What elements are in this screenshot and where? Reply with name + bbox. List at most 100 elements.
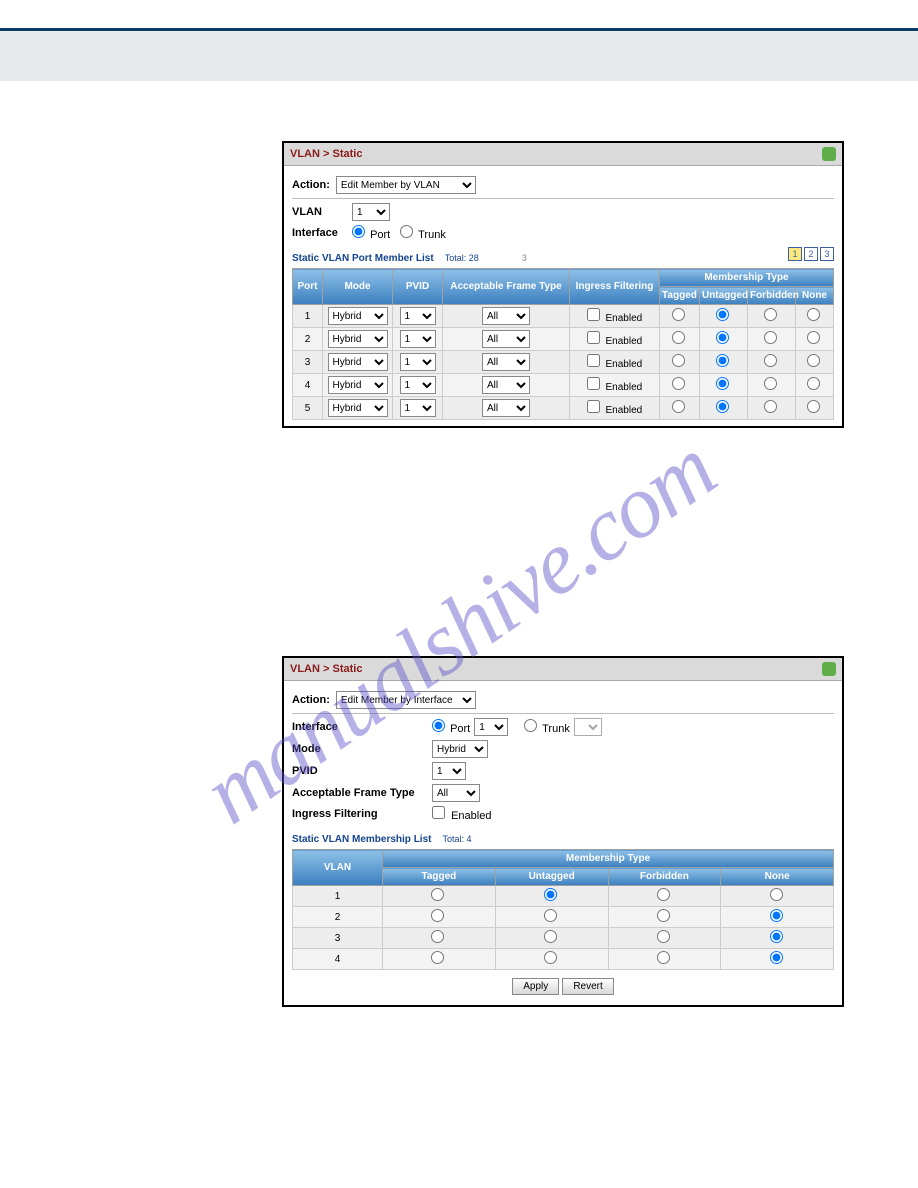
row-mt-none[interactable] xyxy=(770,930,783,943)
p2-interface-label: Interface xyxy=(292,721,432,733)
row-mt-tagged[interactable] xyxy=(431,930,444,943)
row-mt-untagged[interactable] xyxy=(544,930,557,943)
row-mt-untagged[interactable] xyxy=(544,909,557,922)
row-mt-forbidden[interactable] xyxy=(764,354,777,367)
row-mode-select[interactable]: Hybrid xyxy=(328,399,388,417)
row-mt-forbidden[interactable] xyxy=(764,400,777,413)
row-mt-tagged[interactable] xyxy=(672,354,685,367)
vlan-label: VLAN xyxy=(292,206,352,218)
p1-total: Total: 28 xyxy=(445,253,479,263)
p2-action-label: Action: xyxy=(292,694,330,706)
action-label: Action: xyxy=(292,179,330,191)
row-mode-select[interactable]: Hybrid xyxy=(328,376,388,394)
row-mt-tagged[interactable] xyxy=(672,331,685,344)
row-pvid-select[interactable]: 1 xyxy=(400,353,436,371)
row-mt-untagged[interactable] xyxy=(716,400,729,413)
table-row: 2Hybrid1All Enabled xyxy=(293,328,834,351)
table-row: 5Hybrid1All Enabled xyxy=(293,397,834,420)
p2-trunk-select[interactable] xyxy=(574,718,602,736)
row-mt-none[interactable] xyxy=(770,951,783,964)
p1-table: Port Mode PVID Acceptable Frame Type Ing… xyxy=(292,268,834,420)
table-row: 1Hybrid1All Enabled xyxy=(293,305,834,328)
row-mt-tagged[interactable] xyxy=(672,400,685,413)
pager-page-1[interactable]: 1 xyxy=(788,247,802,261)
row-mt-none[interactable] xyxy=(807,377,820,390)
row-mt-untagged[interactable] xyxy=(544,951,557,964)
panel-vlan-by-interface: VLAN > Static Action: Edit Member by Int… xyxy=(282,656,844,1007)
p2-action-select[interactable]: Edit Member by Interface xyxy=(336,691,476,709)
p2-mode-select[interactable]: Hybrid xyxy=(432,740,488,758)
pager-page-2[interactable]: 2 xyxy=(804,247,818,261)
p2-aft-label: Acceptable Frame Type xyxy=(292,787,432,799)
row-aft-select[interactable]: All xyxy=(482,353,530,371)
row-mt-forbidden[interactable] xyxy=(657,930,670,943)
row-mt-untagged[interactable] xyxy=(716,377,729,390)
apply-button[interactable]: Apply xyxy=(512,978,559,995)
interface-port-radio[interactable]: Port xyxy=(352,225,390,241)
table-row: 1 xyxy=(293,886,834,907)
p2-pvid-label: PVID xyxy=(292,765,432,777)
row-mt-untagged[interactable] xyxy=(716,354,729,367)
row-enabled-check[interactable]: Enabled xyxy=(587,359,642,370)
panel1-title: VLAN > Static xyxy=(290,148,362,160)
pager-page-3[interactable]: 3 xyxy=(820,247,834,261)
row-mode-select[interactable]: Hybrid xyxy=(328,330,388,348)
vlan-select[interactable]: 1 xyxy=(352,203,390,221)
row-aft-select[interactable]: All xyxy=(482,399,530,417)
row-mt-forbidden[interactable] xyxy=(764,331,777,344)
help-icon[interactable] xyxy=(822,147,836,161)
p2-ingress-check[interactable]: Enabled xyxy=(432,806,491,822)
row-mt-tagged[interactable] xyxy=(431,951,444,964)
row-mt-none[interactable] xyxy=(807,308,820,321)
row-mt-untagged[interactable] xyxy=(716,308,729,321)
help-icon[interactable] xyxy=(822,662,836,676)
action-select[interactable]: Edit Member by VLAN xyxy=(336,176,476,194)
row-pvid-select[interactable]: 1 xyxy=(400,399,436,417)
row-mt-none[interactable] xyxy=(807,400,820,413)
panel2-title: VLAN > Static xyxy=(290,663,362,675)
table-row: 4Hybrid1All Enabled xyxy=(293,374,834,397)
row-enabled-check[interactable]: Enabled xyxy=(587,405,642,416)
row-enabled-check[interactable]: Enabled xyxy=(587,382,642,393)
row-enabled-check[interactable]: Enabled xyxy=(587,313,642,324)
row-mt-tagged[interactable] xyxy=(431,888,444,901)
row-mt-none[interactable] xyxy=(807,354,820,367)
row-mt-tagged[interactable] xyxy=(672,377,685,390)
row-aft-select[interactable]: All xyxy=(482,307,530,325)
row-mt-untagged[interactable] xyxy=(716,331,729,344)
row-mode-select[interactable]: Hybrid xyxy=(328,307,388,325)
row-aft-select[interactable]: All xyxy=(482,376,530,394)
p2-aft-select[interactable]: All xyxy=(432,784,480,802)
row-mt-forbidden[interactable] xyxy=(657,951,670,964)
p2-port-select[interactable]: 1 xyxy=(474,718,508,736)
p2-pvid-select[interactable]: 1 xyxy=(432,762,466,780)
p2-mode-label: Mode xyxy=(292,743,432,755)
row-enabled-check[interactable]: Enabled xyxy=(587,336,642,347)
row-mt-forbidden[interactable] xyxy=(657,888,670,901)
row-mt-forbidden[interactable] xyxy=(764,308,777,321)
p1-list-title: Static VLAN Port Member List xyxy=(292,253,434,264)
row-mt-forbidden[interactable] xyxy=(764,377,777,390)
p2-port-radio[interactable]: Port xyxy=(432,719,470,735)
table-row: 4 xyxy=(293,949,834,970)
row-mt-none[interactable] xyxy=(807,331,820,344)
row-mt-tagged[interactable] xyxy=(431,909,444,922)
panel-vlan-by-vlan: VLAN > Static Action: Edit Member by VLA… xyxy=(282,141,844,428)
row-mt-forbidden[interactable] xyxy=(657,909,670,922)
p2-list-title: Static VLAN Membership List xyxy=(292,834,431,845)
interface-trunk-radio[interactable]: Trunk xyxy=(400,225,446,241)
p2-trunk-radio[interactable]: Trunk xyxy=(524,719,570,735)
row-mt-untagged[interactable] xyxy=(544,888,557,901)
row-mode-select[interactable]: Hybrid xyxy=(328,353,388,371)
revert-button[interactable]: Revert xyxy=(562,978,613,995)
p1-extra: 3 xyxy=(522,253,527,263)
row-pvid-select[interactable]: 1 xyxy=(400,376,436,394)
table-row: 3 xyxy=(293,928,834,949)
row-pvid-select[interactable]: 1 xyxy=(400,330,436,348)
row-pvid-select[interactable]: 1 xyxy=(400,307,436,325)
row-mt-none[interactable] xyxy=(770,909,783,922)
table-row: 3Hybrid1All Enabled xyxy=(293,351,834,374)
row-mt-none[interactable] xyxy=(770,888,783,901)
row-aft-select[interactable]: All xyxy=(482,330,530,348)
row-mt-tagged[interactable] xyxy=(672,308,685,321)
